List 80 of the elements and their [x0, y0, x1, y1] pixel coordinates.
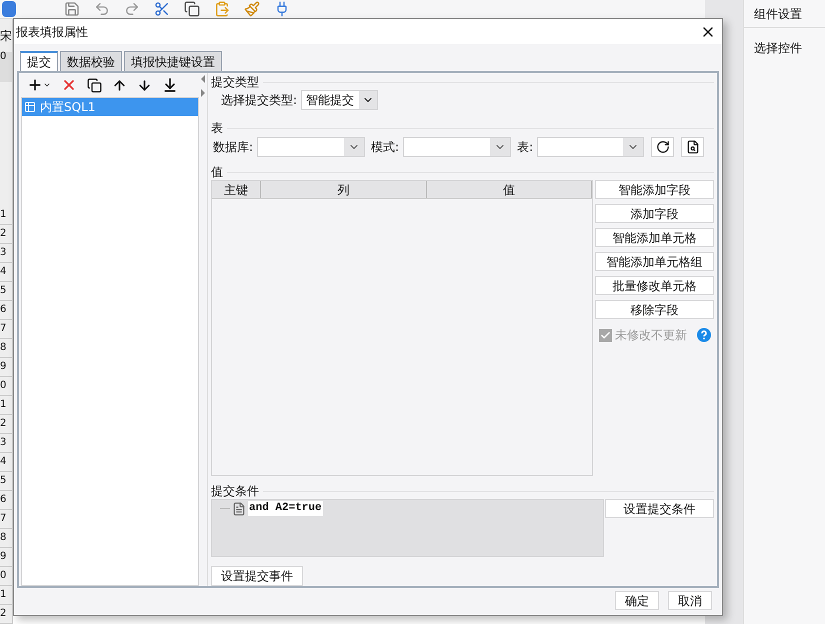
row-number: 5	[0, 286, 6, 296]
brush-icon[interactable]	[244, 1, 260, 17]
row-number: 6	[0, 495, 6, 505]
preview-button[interactable]	[681, 137, 704, 157]
action-button[interactable]: 添加字段	[595, 204, 714, 223]
row-number: 8	[0, 533, 6, 543]
table-icon	[24, 101, 36, 113]
field-label: 数据库:	[213, 141, 254, 153]
copy-icon[interactable]	[184, 1, 200, 17]
field-label: 表:	[517, 141, 534, 153]
tab[interactable]: 数据校验	[60, 51, 122, 71]
row-number: 0	[0, 571, 6, 581]
action-button[interactable]: 设置提交事件	[211, 566, 303, 586]
undo-icon[interactable]	[94, 1, 110, 17]
ruler-mark: 0	[0, 52, 6, 62]
field-label: 选择控件	[754, 42, 802, 54]
row-number: 7	[0, 514, 6, 524]
paste-icon[interactable]	[214, 1, 230, 17]
action-button[interactable]: 确定	[615, 591, 659, 610]
move-up-icon[interactable]	[112, 78, 127, 92]
dropdown-field[interactable]	[257, 137, 366, 157]
expand-right-icon[interactable]	[201, 89, 206, 97]
column-header[interactable]: 列	[261, 181, 426, 198]
checkbox-label: 未修改不更新	[615, 329, 687, 341]
window-title: 报表填报属性	[16, 26, 88, 38]
row-number: 8	[0, 343, 6, 353]
preview-icon	[686, 140, 700, 154]
row-number: 0	[0, 381, 6, 391]
dropdown-field[interactable]	[537, 137, 644, 157]
column-header[interactable]: 主键	[212, 181, 261, 198]
tab[interactable]: 提交	[20, 51, 58, 71]
action-button[interactable]: 批量修改单元格	[595, 276, 714, 295]
action-button[interactable]: 智能添加单元格	[595, 228, 714, 247]
font-box[interactable]: 宋	[0, 30, 12, 42]
section-legend: 值	[211, 166, 223, 178]
row-number: 9	[0, 552, 6, 562]
column-header[interactable]: 值	[426, 181, 592, 198]
refresh-icon	[656, 140, 670, 154]
action-button[interactable]: 智能添加单元格组	[595, 252, 714, 271]
row-number: 2	[0, 229, 6, 239]
row-number: 6	[0, 305, 6, 315]
move-to-bottom-icon[interactable]	[162, 77, 178, 93]
row-number: 3	[0, 248, 6, 258]
row-number: 5	[0, 476, 6, 486]
section-legend: 表	[211, 122, 223, 134]
help-icon[interactable]	[697, 328, 711, 342]
row-number: 2	[0, 609, 6, 619]
submit-type-dropdown[interactable]: 智能提交	[301, 90, 378, 110]
action-button[interactable]: 智能添加字段	[595, 180, 714, 199]
action-button[interactable]: 移除字段	[595, 300, 714, 319]
collapse-left-icon[interactable]	[201, 75, 206, 83]
row-number: 4	[0, 267, 6, 277]
tab[interactable]: 填报快捷键设置	[124, 51, 222, 71]
copy-icon[interactable]	[87, 78, 102, 92]
row-number: 1	[0, 590, 6, 600]
save-icon[interactable]	[64, 1, 80, 17]
row-number: 1	[0, 210, 6, 220]
row-number: 1	[0, 400, 6, 410]
move-down-icon[interactable]	[137, 78, 152, 92]
delete-icon[interactable]	[61, 77, 77, 93]
action-button[interactable]: 设置提交条件	[605, 499, 714, 518]
condition-item[interactable]: and A2=true	[248, 501, 323, 516]
row-number: 7	[0, 324, 6, 334]
app-logo-icon	[2, 1, 16, 17]
section-legend: 提交类型	[211, 76, 259, 88]
row-number: 3	[0, 438, 6, 448]
row-number: 2	[0, 419, 6, 429]
document-icon	[232, 502, 246, 516]
section-legend: 提交条件	[211, 485, 259, 497]
row-number: 4	[0, 457, 6, 467]
refresh-button[interactable]	[651, 137, 674, 157]
field-label: 模式:	[371, 141, 400, 153]
row-number: 9	[0, 362, 6, 372]
redo-icon[interactable]	[124, 1, 140, 17]
add-icon[interactable]	[27, 77, 51, 93]
panel-title: 组件设置	[754, 8, 802, 20]
field-label: 选择提交类型:	[221, 94, 298, 106]
dropdown-field[interactable]	[403, 137, 512, 157]
action-button[interactable]: 取消	[668, 591, 712, 610]
scissors-icon[interactable]	[154, 1, 170, 17]
